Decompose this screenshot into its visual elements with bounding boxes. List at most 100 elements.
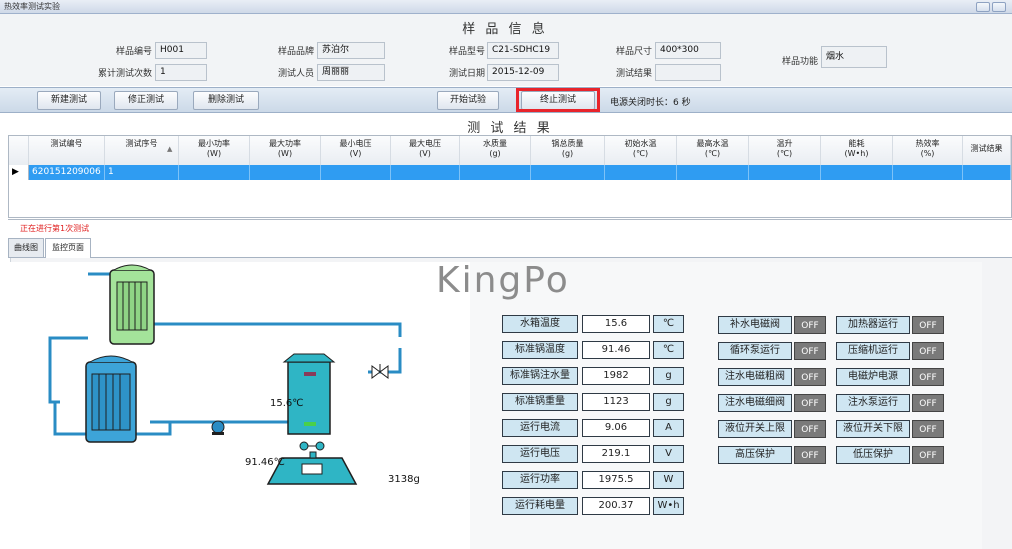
switch-label: 液位开关下限 [836,420,910,438]
table-cell[interactable] [749,165,821,180]
reading-label: 标准锅温度 [502,341,578,359]
col-unit: (g) [561,149,574,158]
table-cell[interactable]: 1 [105,165,179,180]
col-name: 最小电压 [339,139,372,148]
minimize-button[interactable] [976,2,990,12]
switch-state[interactable]: OFF [912,446,944,464]
col-header[interactable]: 最高水温 (℃) [677,136,749,165]
table-cell[interactable] [321,165,391,180]
function-field[interactable]: 烟水 [821,46,887,68]
sample-info-heading: 样 品 信 息 [462,22,548,37]
col-header[interactable]: 初始水温 (℃) [605,136,677,165]
reading-unit: g [653,367,684,385]
start-test-button[interactable]: 开始试验 [437,91,499,110]
results-table: 测试编号 测试序号 ▲ 最小功率 (W) 最大功率 (W) 最小电压 (V) 最大电压(… [8,135,1012,218]
col-header[interactable]: 最小功率 (W) [179,136,250,165]
col-header[interactable]: 水质量 (g) [460,136,531,165]
col-name: 初始水温 [624,139,657,148]
tester-field[interactable]: 周丽丽 [317,64,385,81]
reading-unit: ℃ [653,315,684,333]
table-cell[interactable] [605,165,677,180]
col-name: 水质量 [483,139,507,148]
tab-curve[interactable]: 曲线图 [8,238,44,257]
title-bar: 热效率测试实验 [0,0,1012,14]
label-tester: 测试人员 [277,69,314,79]
model-field[interactable]: C21-SDHC19 [487,42,559,59]
table-cell[interactable] [250,165,321,180]
col-name: 温升 [776,139,793,148]
reading-value: 91.46 [582,341,650,359]
switch-label: 加热器运行 [836,316,910,334]
switch-label: 补水电磁阀 [718,316,792,334]
col-header[interactable]: 能耗 (W•h) [821,136,893,165]
table-cell[interactable] [893,165,963,180]
modify-test-button[interactable]: 修正测试 [114,91,178,110]
switch-state[interactable]: OFF [794,394,826,412]
col-header[interactable]: 测试编号 [29,136,105,165]
tab-strip: 曲线图 监控页面 [8,238,1012,258]
col-header[interactable]: 热效率 (%) [893,136,963,165]
table-cell[interactable] [179,165,250,180]
col-name: 锅总质量 [551,139,584,148]
col-unit: (%) [920,149,935,158]
switch-state[interactable]: OFF [912,420,944,438]
col-header[interactable]: 最大功率 (W) [250,136,321,165]
toolbar: 新建测试 修正测试 删除测试 开始试验 终止测试 电源关闭时长：6 秒 [0,87,1012,113]
label-brand: 样品品牌 [277,47,314,57]
restore-button[interactable] [992,2,1006,12]
label-test-result: 测试结果 [615,69,652,79]
size-field[interactable]: 400*300 [655,42,721,59]
switch-label: 电磁炉电源 [836,368,910,386]
reading-unit: A [653,419,684,437]
switch-state[interactable]: OFF [794,368,826,386]
col-header[interactable]: 最大电压 (V) [391,136,460,165]
reading-label: 标准锅重量 [502,393,578,411]
col-unit: (W) [206,149,222,158]
table-cell[interactable] [821,165,893,180]
col-header[interactable]: 温升 (℃) [749,136,821,165]
test-date-field[interactable]: 2015-12-09 [487,64,559,81]
sample-no-field[interactable]: H001 [155,42,207,59]
table-cell[interactable]: 620151209006 [29,165,105,180]
switch-panel: 补水电磁阀 OFF 加热器运行 OFF 循环泵运行 OFF 压缩机运行 OFF … [718,316,946,466]
table-cell[interactable] [531,165,605,180]
reading-unit: W [653,471,684,489]
table-cell[interactable] [460,165,531,180]
table-row[interactable]: ▶ 620151209006 1 [9,165,1011,180]
label-size: 样品尺寸 [615,47,652,57]
row-pointer-icon: ▶ [9,165,29,180]
col-header[interactable]: 锅总质量 (g) [531,136,605,165]
col-header[interactable]: 测试序号 ▲ [105,136,179,165]
switch-state[interactable]: OFF [794,420,826,438]
switch-state[interactable]: OFF [912,342,944,360]
switch-state[interactable]: OFF [912,316,944,334]
reading-value: 1123 [582,393,650,411]
switch-state[interactable]: OFF [912,368,944,386]
window-title: 热效率测试实验 [4,2,60,11]
divider [8,219,1012,220]
switch-state[interactable]: OFF [794,342,826,360]
delete-test-button[interactable]: 删除测试 [193,91,259,110]
test-result-field[interactable] [655,64,721,81]
col-name: 最大电压 [409,139,441,148]
label-model: 样品型号 [448,47,485,57]
tab-monitor[interactable]: 监控页面 [45,238,91,258]
table-cell[interactable] [963,165,1011,180]
table-cell[interactable] [391,165,460,180]
brand-field[interactable]: 苏泊尔 [317,42,385,59]
col-unit: (W) [277,149,293,158]
table-cell[interactable] [677,165,749,180]
test-count-field[interactable]: 1 [155,64,207,81]
row-selector-header [9,136,29,165]
switch-state[interactable]: OFF [794,316,826,334]
switch-label: 注水电磁细阀 [718,394,792,412]
switch-state[interactable]: OFF [912,394,944,412]
col-name: 最高水温 [696,139,729,148]
switch-label: 液位开关上限 [718,420,792,438]
col-unit: (W•h) [844,149,869,158]
col-header[interactable]: 最小电压 (V) [321,136,391,165]
switch-state[interactable]: OFF [794,446,826,464]
water-tank-temp-label: 15.6℃ [270,398,304,409]
new-test-button[interactable]: 新建测试 [37,91,101,110]
col-header[interactable]: 测试结果 [963,136,1011,165]
